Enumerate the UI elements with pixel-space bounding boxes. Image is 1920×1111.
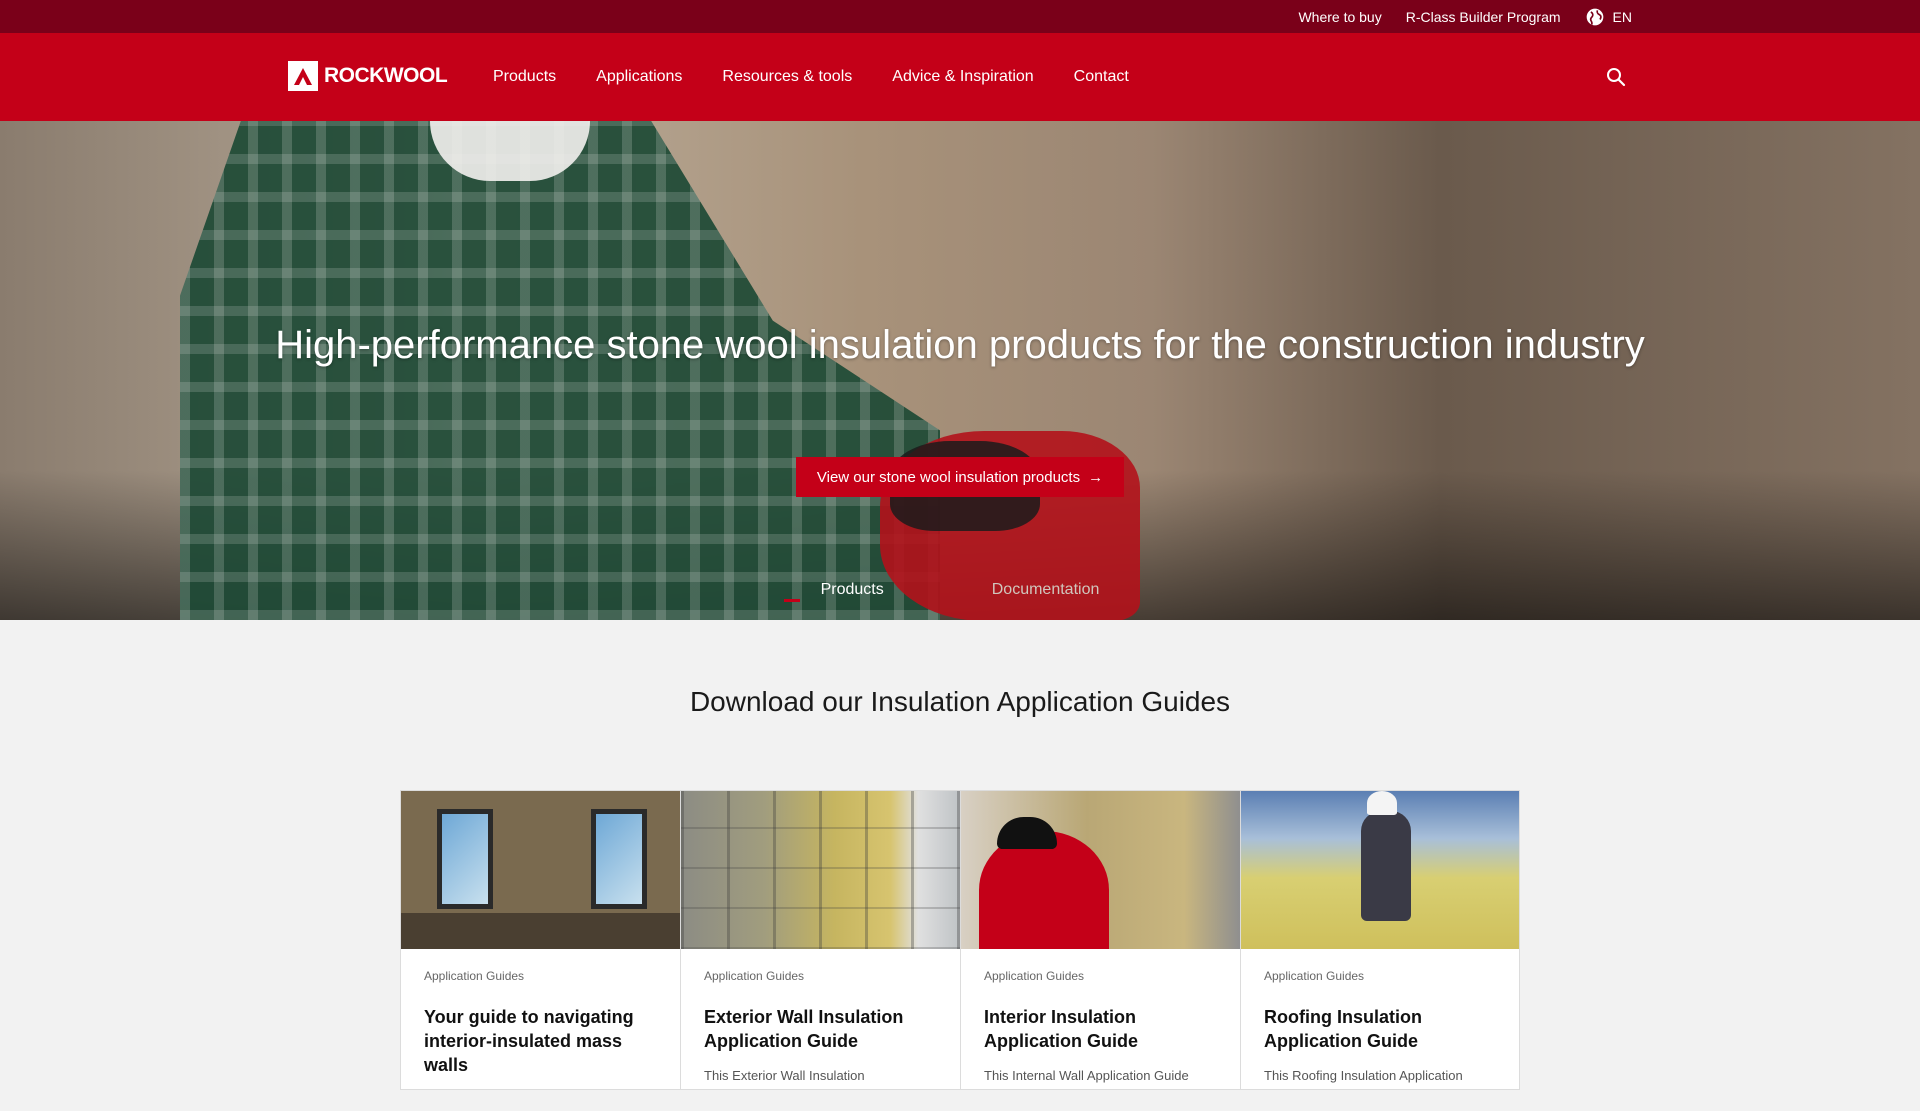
globe-icon bbox=[1586, 8, 1603, 25]
arrow-right-icon: → bbox=[1088, 468, 1104, 486]
guide-card-mass-walls[interactable]: Application Guides Your guide to navigat… bbox=[400, 790, 680, 1090]
nav-products[interactable]: Products bbox=[493, 68, 556, 86]
card-image bbox=[961, 791, 1240, 949]
primary-nav-links: Products Applications Resources & tools … bbox=[493, 33, 1129, 121]
logo-mark-icon bbox=[288, 61, 318, 91]
window-shape bbox=[437, 809, 493, 909]
nav-advice-inspiration[interactable]: Advice & Inspiration bbox=[892, 68, 1033, 86]
card-body: Application Guides Roofing Insulation Ap… bbox=[1241, 949, 1519, 1105]
language-label: EN bbox=[1612, 8, 1632, 25]
nav-applications[interactable]: Applications bbox=[596, 68, 682, 86]
facade-grid bbox=[681, 791, 960, 949]
guide-card-roofing[interactable]: Application Guides Roofing Insulation Ap… bbox=[1240, 790, 1520, 1090]
view-products-label: View our stone wool insulation products bbox=[816, 468, 1081, 486]
floor-shape bbox=[401, 913, 680, 949]
hero-title: High-performance stone wool insulation p… bbox=[275, 323, 1645, 367]
card-body: Application Guides Your guide to navigat… bbox=[401, 949, 680, 1111]
builder-program-link[interactable]: R-Class Builder Program bbox=[1406, 9, 1561, 25]
logo-text: ROCKWOOL bbox=[324, 64, 448, 87]
worker-shape bbox=[1361, 811, 1411, 921]
card-body: Application Guides Interior Insulation A… bbox=[961, 949, 1240, 1105]
hero-tabs: Products Documentation bbox=[0, 560, 1920, 620]
card-description: This Roofing Insulation Application bbox=[1264, 1068, 1463, 1083]
card-category: Application Guides bbox=[984, 969, 1085, 983]
view-products-button[interactable]: View our stone wool insulation products … bbox=[796, 457, 1124, 497]
guide-card-exterior-wall[interactable]: Application Guides Exterior Wall Insulat… bbox=[680, 790, 960, 1090]
nav-resources-tools[interactable]: Resources & tools bbox=[722, 68, 852, 86]
active-tab-indicator bbox=[784, 599, 800, 602]
utility-bar: Where to buy R-Class Builder Program EN bbox=[0, 0, 1920, 33]
card-image bbox=[681, 791, 960, 949]
main-nav: ROCKWOOL Products Applications Resources… bbox=[0, 33, 1920, 121]
helmet-shape bbox=[1367, 791, 1397, 815]
rockwool-logo[interactable]: ROCKWOOL bbox=[288, 61, 448, 91]
card-title[interactable]: Interior Insulation Application Guide bbox=[984, 1005, 1217, 1053]
hero-banner: High-performance stone wool insulation p… bbox=[0, 121, 1920, 620]
cap-shape bbox=[997, 817, 1057, 849]
card-image bbox=[401, 791, 680, 949]
card-title[interactable]: Your guide to navigating interior-insula… bbox=[424, 1005, 657, 1077]
window-shape bbox=[591, 809, 647, 909]
language-selector[interactable]: EN bbox=[1585, 7, 1632, 27]
search-icon[interactable] bbox=[1604, 65, 1628, 89]
tab-products[interactable]: Products bbox=[817, 581, 888, 599]
card-description: This Internal Wall Application Guide bbox=[984, 1068, 1189, 1083]
guide-cards: Application Guides Your guide to navigat… bbox=[400, 790, 1520, 1090]
tab-documentation[interactable]: Documentation bbox=[988, 581, 1104, 599]
card-description: This Exterior Wall Insulation bbox=[704, 1068, 865, 1083]
guides-title: Download our Insulation Application Guid… bbox=[689, 686, 1231, 717]
card-category: Application Guides bbox=[704, 969, 805, 983]
card-image bbox=[1241, 791, 1519, 949]
card-body: Application Guides Exterior Wall Insulat… bbox=[681, 949, 960, 1105]
nav-contact[interactable]: Contact bbox=[1074, 68, 1129, 86]
card-title[interactable]: Exterior Wall Insulation Application Gui… bbox=[704, 1005, 937, 1053]
card-title[interactable]: Roofing Insulation Application Guide bbox=[1264, 1005, 1496, 1053]
card-category: Application Guides bbox=[424, 969, 525, 983]
guide-card-interior[interactable]: Application Guides Interior Insulation A… bbox=[960, 790, 1240, 1090]
where-to-buy-link[interactable]: Where to buy bbox=[1298, 9, 1381, 25]
card-category: Application Guides bbox=[1264, 969, 1365, 983]
